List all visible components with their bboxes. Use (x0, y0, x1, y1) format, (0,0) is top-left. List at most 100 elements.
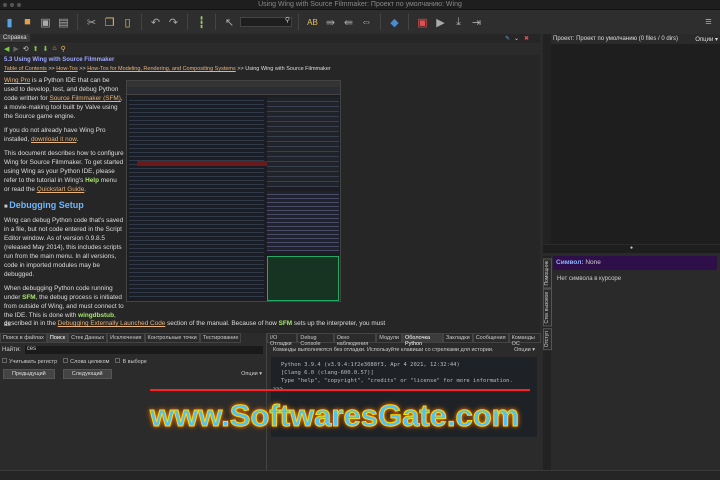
checkbox-label: Слова целиком (70, 359, 110, 365)
down-icon[interactable]: ⬇ (43, 45, 49, 53)
shell-tab[interactable]: Debug Console (297, 333, 334, 347)
search-options-button[interactable]: Опции ▾ (241, 371, 262, 377)
debug-icon[interactable]: ▣ (415, 15, 430, 30)
link-wing-pro[interactable]: Wing Pro (4, 77, 30, 84)
checkbox[interactable]: Слова целиком (63, 358, 109, 365)
search-icon[interactable]: ⚲ (61, 45, 66, 53)
checkbox-label: Учитывать регистр (9, 359, 58, 365)
tab-indent[interactable]: Отступ (542, 327, 552, 351)
shell-tabs: I/O Отладки Debug Console Окно наблюдения М… (267, 333, 541, 347)
breadcrumb-separator: >> (46, 66, 57, 72)
tab-call-stack[interactable]: Стек вызовов (542, 289, 552, 327)
shell-tab[interactable]: I/O Отладки (267, 333, 298, 347)
breadcrumb-current: Using Wing with Source Filmmaker (245, 66, 331, 72)
checkbox-label: В выборе (122, 359, 147, 365)
redo-icon[interactable]: ↷ (166, 15, 181, 30)
help-nav: ◀ ▶ ⟲ ⬆ ⬇ ⌂ ⚲ (0, 43, 540, 54)
search-tab[interactable]: Тестирование (199, 333, 242, 343)
close-icon[interactable]: ✖ (521, 34, 532, 43)
run-icon[interactable]: ▶ (433, 15, 448, 30)
python-icon[interactable]: ◆ (387, 15, 402, 30)
shell-options-button[interactable]: Опции ▾ (514, 347, 535, 353)
link-sfm[interactable]: Source Filmmaker (SFM) (49, 95, 120, 102)
breadcrumb-link[interactable]: How-Tos for Modeling, Rendering, and Com… (87, 66, 236, 72)
splitter[interactable]: ● (543, 245, 720, 253)
menu-icon[interactable]: ≡ (701, 15, 716, 30)
right-panel: Проект: Проект по умолчанию (0 files / 0… (542, 34, 720, 470)
tab-assistant[interactable]: Помощник (542, 258, 552, 289)
breadcrumb-link[interactable]: Table of Contents (4, 66, 47, 72)
previous-button[interactable]: Предыдущий (3, 369, 55, 379)
symbol-vertical-tabs: Помощник Стек вызовов Отступ (542, 256, 552, 470)
paragraph: Wing Pro is a Python IDE that can be use… (4, 77, 123, 120)
back-icon[interactable]: ◀ (4, 45, 9, 53)
project-title: Проект: Проект по умолчанию (0 files / 0… (553, 36, 679, 42)
shell-tab[interactable]: Окно наблюдения (333, 333, 377, 347)
search-tab[interactable]: Контрольные точки (144, 333, 200, 343)
new-file-icon[interactable]: ▮ (2, 15, 17, 30)
project-vertical-tabs[interactable] (543, 34, 551, 244)
search-tab[interactable]: Поиск в файлах (0, 333, 47, 343)
home-icon[interactable]: ⌂ (52, 45, 56, 52)
paragraph: This document describes how to configure… (4, 150, 124, 193)
next-button[interactable]: Следующий (62, 369, 112, 379)
link-download[interactable]: download it now (31, 136, 76, 143)
pin-icon[interactable]: ✎ (502, 34, 513, 43)
project-options-button[interactable]: Опции ▾ (695, 36, 718, 43)
open-folder-icon[interactable]: ■ (20, 15, 35, 30)
spellcheck-icon[interactable]: AB (305, 15, 320, 30)
shell-tab[interactable]: Команды ОС (508, 333, 541, 347)
indent-left-icon[interactable]: ⇚ (341, 15, 356, 30)
project-panel-header: Проект: Проект по умолчанию (0 files / 0… (551, 34, 720, 44)
up-icon[interactable]: ⬆ (33, 45, 39, 53)
paragraph: If you do not already have Wing Pro inst… (4, 127, 106, 143)
paragraph: described in in the Debugging Externally… (4, 320, 386, 327)
shell-tab[interactable]: Закладки (442, 333, 473, 343)
symbol-empty-text: Нет символа в курсоре (557, 276, 622, 282)
swap-icon[interactable]: ⇔ (359, 15, 374, 30)
step-out-icon[interactable]: ⇥ (469, 15, 484, 30)
project-tree[interactable] (551, 44, 720, 244)
checkbox-box[interactable] (115, 358, 121, 363)
symbol-value: None (585, 259, 601, 266)
reload-icon[interactable]: ⟲ (23, 45, 29, 53)
undo-icon[interactable]: ↶ (148, 15, 163, 30)
checkbox[interactable]: Учитывать регистр (2, 358, 57, 365)
indent-right-icon[interactable]: ⇛ (323, 15, 338, 30)
checkbox-box[interactable] (63, 358, 69, 363)
title-bar: Using Wing with Source Filmmaker: Проект… (0, 0, 720, 10)
indent-icon[interactable]: ┇ (194, 15, 209, 30)
toolbar-search-input[interactable]: ⚲ (240, 17, 292, 27)
search-tabs: Поиск в файлах Поиск Стек Данных Исключения… (0, 333, 265, 343)
search-tab[interactable]: Исключения (107, 333, 145, 343)
find-pointer-icon[interactable]: ↖ (222, 15, 237, 30)
tab-help[interactable]: Справка (0, 34, 30, 42)
forward-icon[interactable]: ▶ (13, 45, 18, 53)
shell-tab[interactable]: Сообщения (472, 333, 509, 343)
window-title: Using Wing with Source Filmmaker: Проект… (258, 1, 462, 8)
page-title: 5.3 Using Wing with Source Filmmaker (4, 57, 115, 63)
link-quickstart[interactable]: Quickstart Guide (37, 186, 85, 193)
save-icon[interactable]: ▣ (38, 15, 53, 30)
link-debugging-external[interactable]: Debugging Externally Launched Code (58, 320, 166, 327)
search-tab[interactable]: Поиск (46, 333, 69, 343)
shell-tab[interactable]: Оболочка Python (402, 333, 443, 347)
paragraph: Wing can debug Python code that's saved … (4, 217, 124, 278)
find-input[interactable]: ces (24, 346, 263, 354)
breadcrumb-link[interactable]: How-Tos (56, 66, 77, 72)
status-bar (0, 470, 720, 480)
search-tab[interactable]: Стек Данных (68, 333, 108, 343)
shell-tab[interactable]: Модули (376, 333, 402, 343)
paste-icon[interactable]: ▯ (120, 15, 135, 30)
cut-icon[interactable]: ✂ (84, 15, 99, 30)
step-into-icon[interactable]: ⤓ (451, 15, 466, 30)
shell-hint: Команды выполняются без отладки. Использ… (273, 347, 535, 353)
copy-icon[interactable]: ❐ (102, 15, 117, 30)
help-tab-bar: Справка ✖ ⌄ ✎ (0, 34, 540, 43)
checkbox-box[interactable] (2, 358, 7, 363)
search-icon: ⚲ (284, 17, 290, 24)
symbol-label: Символ: (556, 259, 584, 266)
checkbox[interactable]: В выборе (115, 358, 147, 365)
save-all-icon[interactable]: ▤ (56, 15, 71, 30)
breadcrumb-separator: >> (77, 66, 88, 72)
